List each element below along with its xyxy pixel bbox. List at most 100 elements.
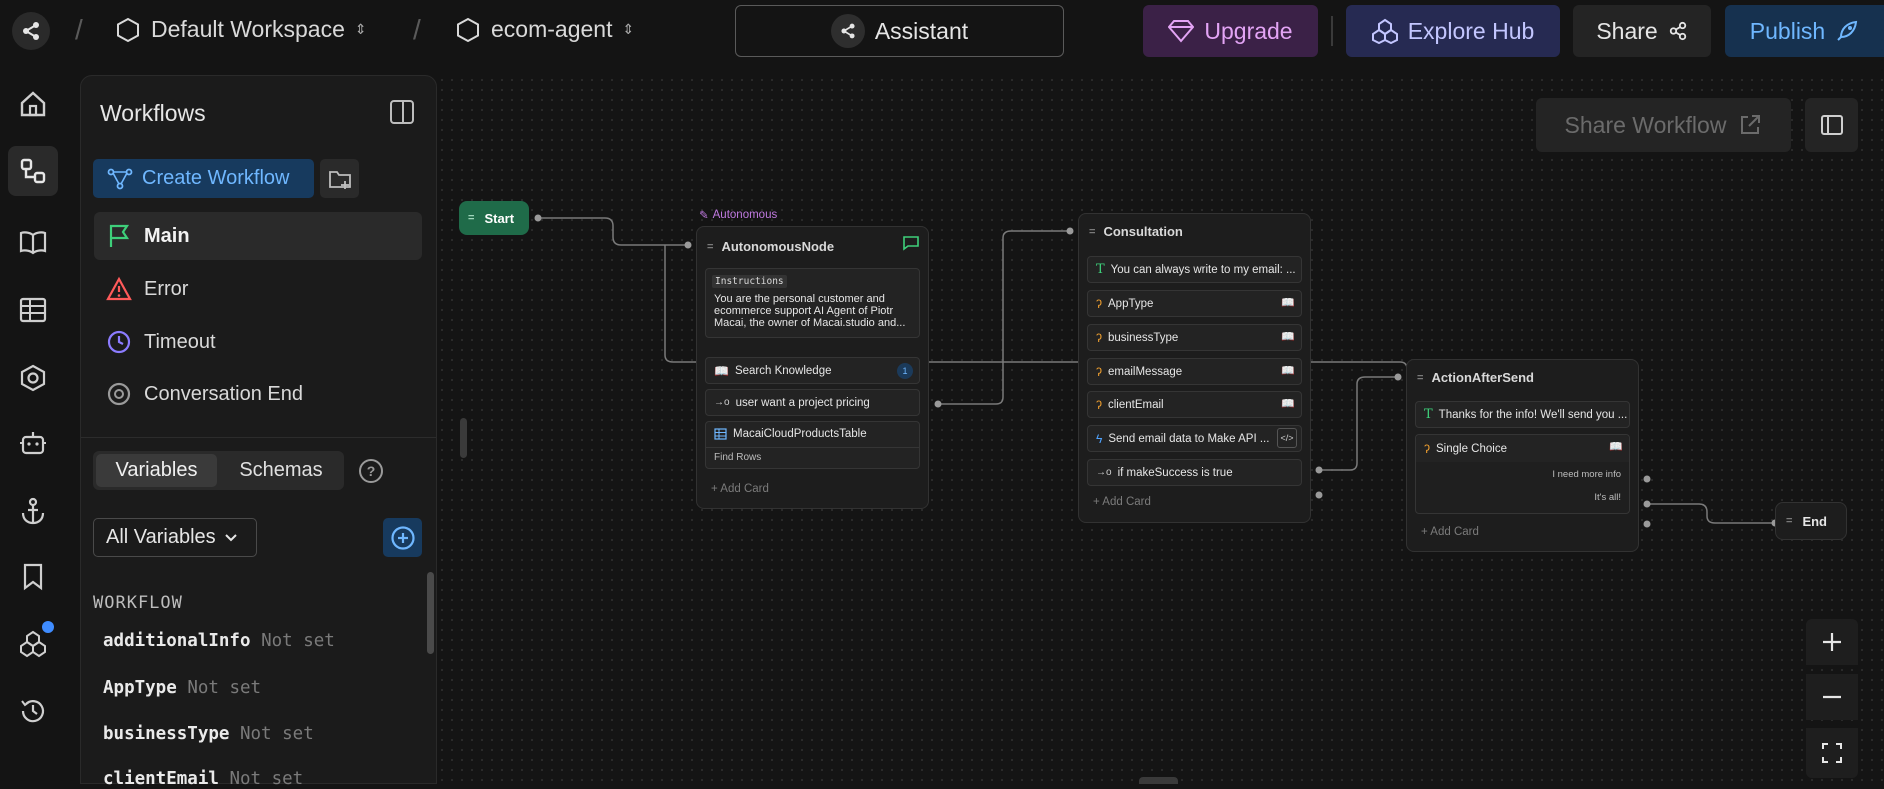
chevron-updown-icon: ⇕ xyxy=(354,21,367,37)
choice-option[interactable]: I need more info xyxy=(1552,469,1621,480)
variable-row[interactable]: additionalInfo Not set xyxy=(103,631,335,651)
panel-resize-handle[interactable] xyxy=(460,418,467,458)
zoom-in-button[interactable] xyxy=(1806,619,1858,665)
condition-card[interactable]: →o if makeSuccess is true xyxy=(1087,459,1302,486)
choice-card[interactable]: ʔ Single Choice 📖 I need more info It's … xyxy=(1415,434,1630,514)
toggle-side-panel-button[interactable] xyxy=(1805,98,1858,152)
fit-screen-icon xyxy=(1822,743,1842,763)
bottom-panel-handle[interactable] xyxy=(1139,777,1178,784)
text-card[interactable]: T Thanks for the info! We'll send you ... xyxy=(1415,401,1630,428)
start-node[interactable]: = Start xyxy=(459,201,529,235)
fit-view-button[interactable] xyxy=(1806,728,1858,778)
share-button[interactable]: Share xyxy=(1573,5,1711,57)
consultation-node[interactable]: = Consultation T You can always write to … xyxy=(1078,213,1311,523)
autonomous-label: Autonomous xyxy=(712,209,778,221)
book-icon[interactable]: 📖 xyxy=(1281,397,1295,410)
autonomous-tag: ✎ Autonomous xyxy=(699,208,777,222)
bookmark-icon[interactable] xyxy=(8,551,58,601)
collapse-panel-icon[interactable] xyxy=(390,100,414,124)
workflow-item-error[interactable]: Error xyxy=(94,265,422,313)
book-icon[interactable]: 📖 xyxy=(1281,330,1295,343)
app-logo-icon[interactable] xyxy=(12,12,50,50)
hexagon-icon xyxy=(117,17,139,42)
variable-row[interactable]: businessType Not set xyxy=(103,724,314,744)
table-card[interactable]: MacaiCloudProductsTable Find Rows xyxy=(705,421,920,469)
drag-handle-icon[interactable]: = xyxy=(468,212,474,224)
add-card-button[interactable]: + Add Card xyxy=(1421,526,1479,538)
publish-button[interactable]: Publish xyxy=(1725,5,1884,57)
hub-icon xyxy=(1371,18,1398,44)
intent-card[interactable]: →o user want a project pricing xyxy=(705,389,920,416)
create-workflow-button[interactable]: Create Workflow xyxy=(93,159,314,198)
workflows-icon[interactable] xyxy=(8,146,58,196)
node-title: = Consultation xyxy=(1089,224,1183,239)
chat-bubble-icon[interactable] xyxy=(902,235,920,251)
add-card-button[interactable]: + Add Card xyxy=(1093,496,1151,508)
workflow-item-conversation-end[interactable]: Conversation End xyxy=(94,370,422,418)
new-folder-button[interactable] xyxy=(320,159,359,198)
instructions-box[interactable]: Instructions You are the personal custom… xyxy=(705,268,920,338)
action-after-send-node[interactable]: = ActionAfterSend T Thanks for the info! … xyxy=(1406,359,1639,552)
variable-row[interactable]: AppType Not set xyxy=(103,678,261,698)
workflow-item-timeout[interactable]: Timeout xyxy=(94,318,422,366)
drag-handle-icon[interactable]: = xyxy=(707,241,713,253)
minus-icon xyxy=(1823,695,1841,699)
variables-schemas-tabs: Variables Schemas xyxy=(93,451,344,490)
drag-handle-icon[interactable]: = xyxy=(1089,226,1095,238)
notification-dot xyxy=(42,621,54,633)
end-node[interactable]: = End xyxy=(1775,502,1847,540)
book-icon[interactable]: 📖 xyxy=(1281,364,1295,377)
capture-card[interactable]: ʔ AppType 📖 xyxy=(1087,290,1302,317)
explore-hub-button[interactable]: Explore Hub xyxy=(1346,5,1560,57)
upgrade-button[interactable]: Upgrade xyxy=(1143,5,1318,57)
anchor-icon[interactable] xyxy=(8,486,58,536)
share-workflow-button[interactable]: Share Workflow xyxy=(1536,98,1791,152)
node-title: = AutonomousNode xyxy=(707,239,835,254)
workflow-branch-icon xyxy=(107,168,133,189)
code-icon[interactable]: </> xyxy=(1277,428,1297,448)
lightning-icon: ϟ xyxy=(1096,431,1103,446)
add-card-button[interactable]: + Add Card xyxy=(711,483,769,495)
agent-bot-icon[interactable] xyxy=(8,418,58,468)
help-icon[interactable]: ? xyxy=(359,459,383,483)
history-icon[interactable] xyxy=(8,686,58,736)
scrollbar-thumb[interactable] xyxy=(427,572,434,654)
capture-card[interactable]: ʔ clientEmail 📖 xyxy=(1087,391,1302,418)
workspace-selector[interactable]: Default Workspace ⇕ xyxy=(115,16,367,43)
text-card[interactable]: T You can always write to my email: ... xyxy=(1087,256,1302,283)
knowledge-book-icon[interactable] xyxy=(8,217,58,267)
add-variable-button[interactable] xyxy=(383,518,422,557)
text-icon: T xyxy=(1096,262,1105,277)
autonomous-node[interactable]: = AutonomousNode Instructions You are th… xyxy=(696,226,929,509)
variable-row[interactable]: clientEmail Not set xyxy=(103,769,303,789)
tab-schemas[interactable]: Schemas xyxy=(221,454,341,487)
search-knowledge-card[interactable]: 📖 Search Knowledge 1 xyxy=(705,357,920,384)
workspace-name: Default Workspace xyxy=(151,16,345,42)
share-nodes-icon xyxy=(830,14,865,48)
workflow-item-main[interactable]: Main xyxy=(94,212,422,260)
capture-card[interactable]: ʔ emailMessage 📖 xyxy=(1087,358,1302,385)
api-card[interactable]: ϟ Send email data to Make API ... </> xyxy=(1087,425,1302,452)
table-icon[interactable] xyxy=(8,285,58,335)
intent-arrow-icon: →o xyxy=(714,397,730,408)
count-badge: 1 xyxy=(897,363,913,379)
capture-card[interactable]: ʔ businessType 📖 xyxy=(1087,324,1302,351)
end-label: End xyxy=(1802,513,1827,529)
drag-handle-icon[interactable]: = xyxy=(1417,372,1423,384)
project-selector[interactable]: ecom-agent ⇕ xyxy=(455,16,634,43)
assistant-button[interactable]: Assistant xyxy=(735,5,1064,57)
plus-circle-icon xyxy=(390,525,415,550)
instructions-text: You are the personal customer and ecomme… xyxy=(714,293,906,329)
top-bar: / Default Workspace ⇕ / ecom-agent ⇕ Ass… xyxy=(0,0,1884,62)
choice-option[interactable]: It's all! xyxy=(1594,492,1621,503)
chevron-down-icon xyxy=(224,533,237,541)
book-icon[interactable]: 📖 xyxy=(1281,296,1295,309)
variables-filter-select[interactable]: All Variables xyxy=(93,518,257,557)
home-icon[interactable] xyxy=(8,79,58,129)
book-icon[interactable]: 📖 xyxy=(1609,440,1623,453)
drag-handle-icon[interactable]: = xyxy=(1786,515,1792,527)
hub-icon[interactable] xyxy=(8,619,58,669)
integrations-icon[interactable] xyxy=(8,353,58,403)
tab-variables[interactable]: Variables xyxy=(96,454,217,487)
zoom-out-button[interactable] xyxy=(1806,674,1858,720)
